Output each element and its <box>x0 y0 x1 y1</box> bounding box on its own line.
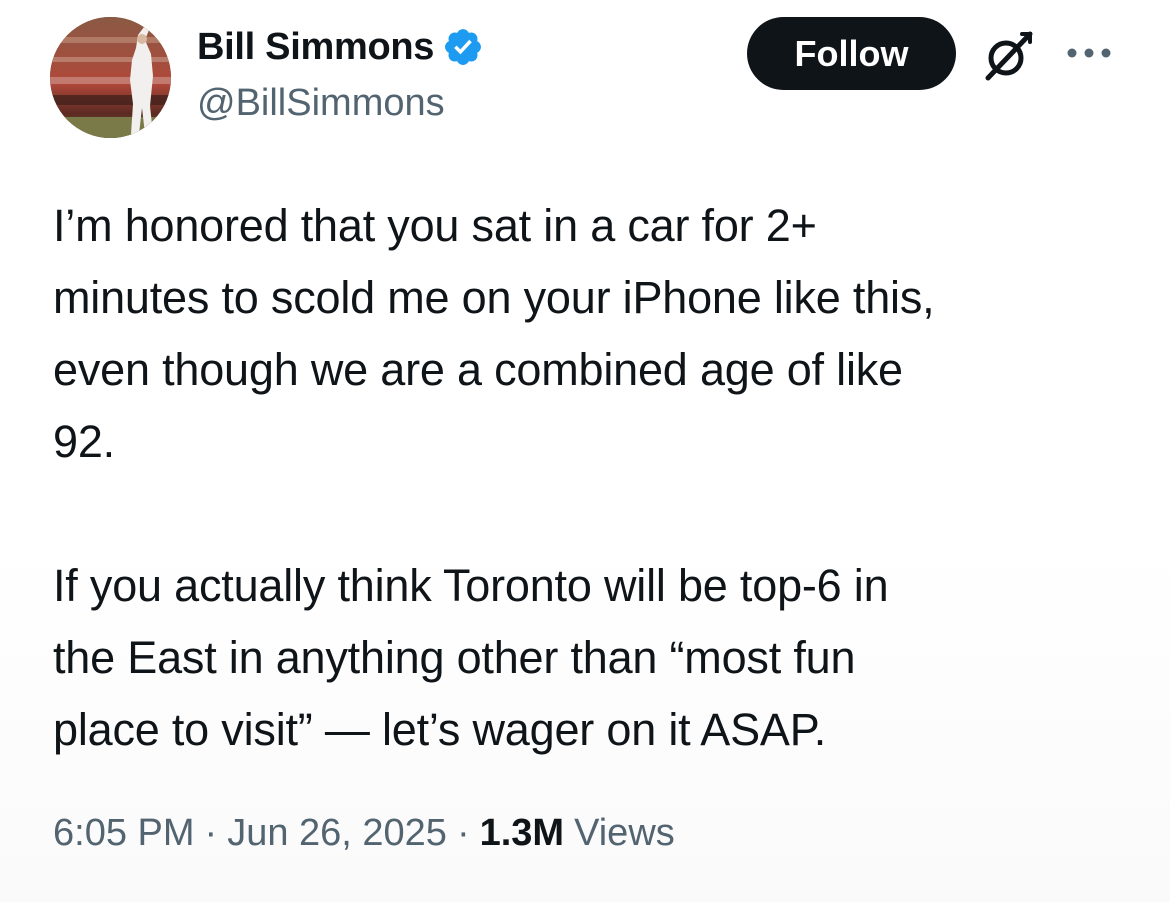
author-display-name[interactable]: Bill Simmons <box>197 28 434 66</box>
tweet-date[interactable]: Jun 26, 2025 <box>227 812 447 855</box>
tweet-metadata: 6:05 PM · Jun 26, 2025 · 1.3M Views <box>53 812 675 855</box>
tweet-card: Bill Simmons @BillSimmons Follow I’m hon… <box>0 0 1170 902</box>
meta-separator: · <box>456 812 470 854</box>
author-avatar[interactable] <box>50 17 171 138</box>
tweet-time[interactable]: 6:05 PM <box>53 812 195 855</box>
views-label[interactable]: Views <box>574 812 675 855</box>
meta-separator: · <box>204 812 218 854</box>
follow-button[interactable]: Follow <box>747 17 956 90</box>
views-count[interactable]: 1.3M <box>480 812 564 855</box>
author-name-row: Bill Simmons <box>197 22 484 72</box>
tweet-text: I’m honored that you sat in a car for 2+… <box>53 200 935 755</box>
verified-badge-icon[interactable] <box>442 26 484 68</box>
more-options-icon[interactable] <box>1064 45 1114 61</box>
grok-icon[interactable] <box>982 28 1036 82</box>
author-handle[interactable]: @BillSimmons <box>197 84 445 122</box>
avatar-photo-icon <box>50 17 171 138</box>
